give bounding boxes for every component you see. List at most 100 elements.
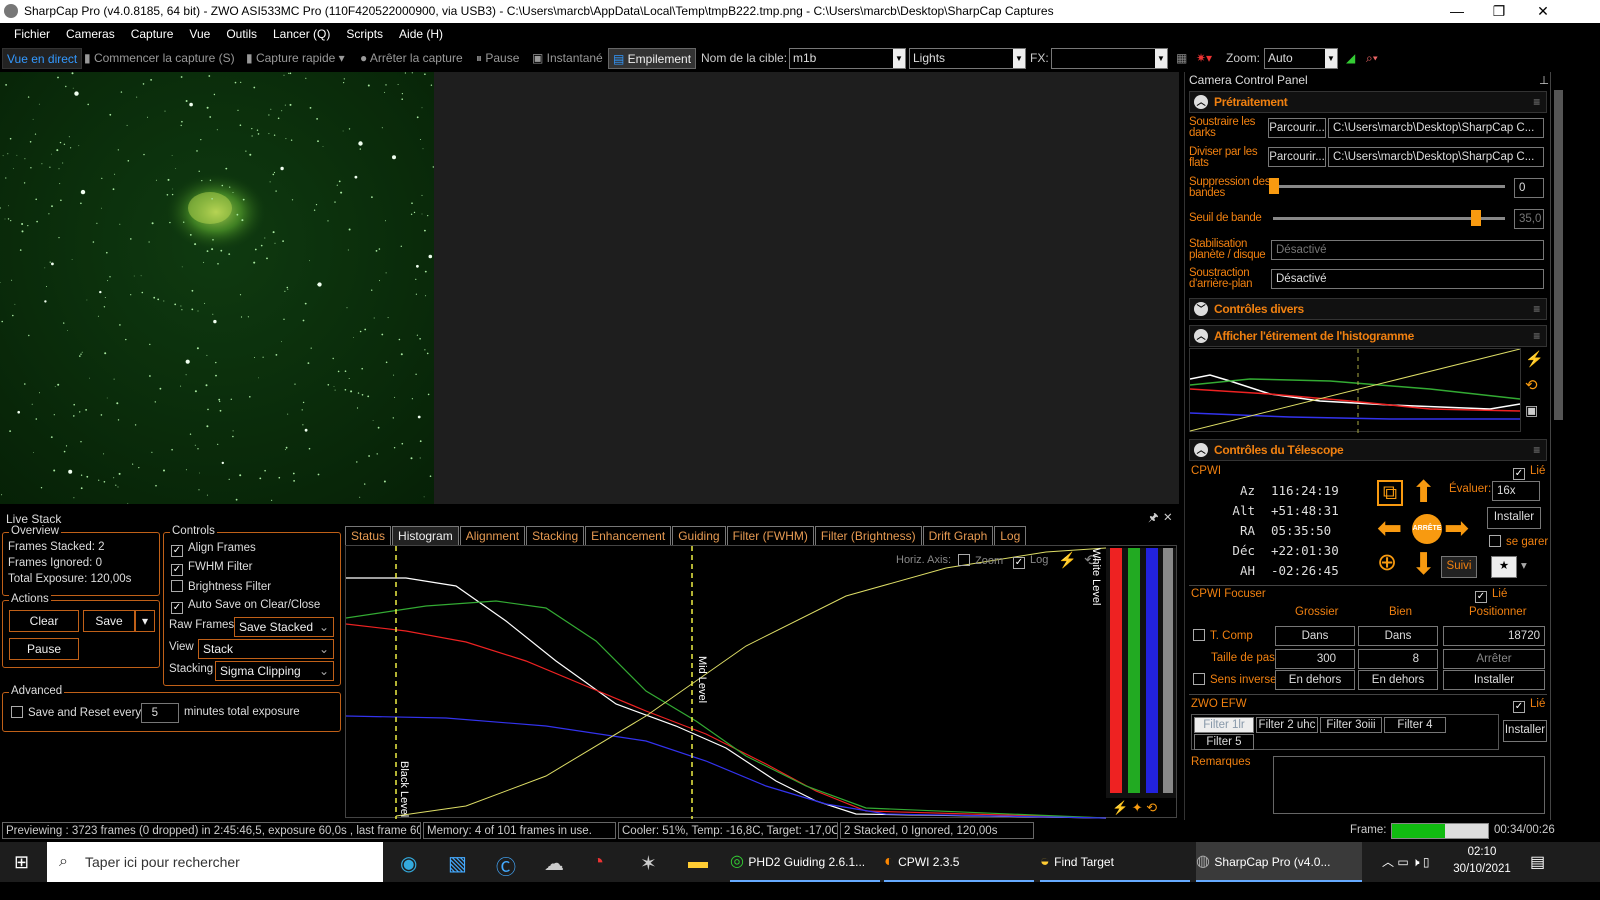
- stop-capture-button[interactable]: ● Arrêter la capture: [356, 48, 467, 69]
- frame-type-select[interactable]: Lights ▼: [909, 48, 1026, 69]
- folder-icon[interactable]: ▬: [688, 851, 708, 874]
- menu-fichier[interactable]: Fichier: [6, 23, 58, 45]
- move-south-button[interactable]: ⬇: [1411, 550, 1436, 580]
- minutes-stepper[interactable]: 5: [141, 703, 179, 723]
- tab-histogram[interactable]: Histogram: [392, 526, 459, 545]
- flats-path-select[interactable]: C:\Users\marcb\Desktop\SharpCap C...: [1328, 147, 1544, 167]
- focuser-stop-button[interactable]: Arrêter: [1443, 649, 1545, 669]
- tab-filter-fwhm[interactable]: Filter (FWHM): [726, 526, 814, 545]
- coarse-step-stepper[interactable]: 300: [1275, 649, 1355, 669]
- stretch-histogram[interactable]: [1189, 348, 1521, 433]
- pause-button[interactable]: ⏸ Pause: [472, 48, 523, 69]
- taskbar-app-sharpcap[interactable]: ◍ SharpCap Pro (v4.0...: [1196, 842, 1362, 882]
- lightning-icon[interactable]: ⚡: [1525, 350, 1544, 368]
- snapshot-button[interactable]: ▣ Instantané: [528, 48, 607, 69]
- menu-icon[interactable]: ≡: [1533, 326, 1540, 346]
- coarse-out-button[interactable]: En dehors: [1275, 670, 1355, 690]
- tab-enhancement[interactable]: Enhancement: [585, 526, 672, 545]
- reverse-checkbox[interactable]: Sens inverse: [1193, 673, 1276, 686]
- fine-step-stepper[interactable]: 8: [1358, 649, 1438, 669]
- view-select[interactable]: Stack ⌄: [198, 639, 334, 659]
- notes-textarea[interactable]: [1273, 756, 1545, 814]
- live-view-button[interactable]: Vue en direct: [2, 48, 83, 69]
- filter-3-button[interactable]: Filter 3oiii: [1320, 717, 1382, 733]
- notification-icon[interactable]: ▤: [1530, 852, 1545, 872]
- browse-flats-button[interactable]: Parcourir...: [1268, 147, 1326, 167]
- fine-out-button[interactable]: En dehors: [1358, 670, 1438, 690]
- position-field[interactable]: 18720: [1443, 626, 1545, 646]
- magnifier-icon[interactable]: ⌕▾: [1362, 48, 1382, 69]
- stacking-select[interactable]: Sigma Clipping ⌄: [215, 661, 334, 681]
- app-icon[interactable]: ☁: [544, 851, 564, 876]
- filter-5-button[interactable]: Filter 5: [1194, 734, 1254, 750]
- filter-4-button[interactable]: Filter 4: [1384, 717, 1446, 733]
- taskbar-app-cpwi[interactable]: ◐ CPWI 2.3.5: [884, 842, 1034, 882]
- menu-icon[interactable]: ≡: [1533, 440, 1540, 460]
- banding-slider-thumb[interactable]: [1269, 178, 1279, 194]
- lightning-icon[interactable]: ⚡: [1058, 551, 1077, 569]
- chevron-down-icon[interactable]: ▼: [893, 49, 905, 68]
- live-image[interactable]: [0, 72, 434, 504]
- taskbar-app-phd2[interactable]: ◎ PHD2 Guiding 2.6.1...: [730, 842, 880, 882]
- banding-slider-track[interactable]: [1273, 185, 1505, 188]
- crosshair-icon[interactable]: ✷▾: [1192, 48, 1216, 69]
- app-icon[interactable]: Ⓒ: [496, 851, 516, 880]
- park-checkbox[interactable]: se garer: [1489, 535, 1548, 548]
- focuser-install-button[interactable]: Installer: [1443, 670, 1545, 690]
- mount-install-button[interactable]: Installer: [1487, 507, 1541, 529]
- chevron-down-icon[interactable]: ▾: [1521, 558, 1527, 572]
- threshold-value[interactable]: 35,0: [1514, 209, 1544, 229]
- stabilization-select[interactable]: Désactivé: [1271, 240, 1544, 260]
- app-icon[interactable]: ✶: [640, 851, 657, 876]
- save-menu-chevron-icon[interactable]: ▾: [135, 610, 155, 632]
- tab-filter-brightness[interactable]: Filter (Brightness): [814, 526, 922, 545]
- zoom-select[interactable]: Auto ▼: [1264, 48, 1338, 69]
- coarse-in-button[interactable]: Dans: [1275, 626, 1355, 646]
- tab-guiding[interactable]: Guiding: [672, 526, 726, 545]
- align-frames-checkbox[interactable]: ✓ Align Frames: [171, 542, 256, 557]
- section-telescope[interactable]: ︿ Contrôles du Télescope ≡: [1189, 439, 1547, 461]
- scrollbar-thumb[interactable]: [1554, 90, 1563, 420]
- move-west-button[interactable]: ⬅: [1377, 514, 1402, 544]
- menu-scripts[interactable]: Scripts: [338, 23, 391, 45]
- efw-install-button[interactable]: Installer: [1503, 720, 1547, 742]
- tcomp-checkbox[interactable]: T. Comp: [1193, 629, 1253, 642]
- save-icon[interactable]: ▣: [1525, 402, 1538, 419]
- app-icon[interactable]: ◔: [592, 851, 604, 874]
- raw-frames-select[interactable]: Save Stacked ⌄: [234, 617, 334, 637]
- chevron-down-icon[interactable]: ▼: [1013, 49, 1025, 68]
- menu-outils[interactable]: Outils: [218, 23, 265, 45]
- darks-path-select[interactable]: C:\Users\marcb\Desktop\SharpCap C...: [1328, 118, 1544, 138]
- tray-icons[interactable]: ︿ ▭ 🕨 ▯: [1382, 853, 1430, 870]
- rate-select[interactable]: 16x: [1492, 481, 1540, 501]
- grid-icon[interactable]: ▦: [1172, 48, 1191, 69]
- sync-icon[interactable]: ⧉: [1377, 480, 1403, 506]
- windows-start-icon[interactable]: ⊞: [14, 852, 29, 873]
- stacking-button[interactable]: ▤ Empilement: [608, 48, 697, 69]
- filter-1-button[interactable]: Filter 1lr: [1194, 717, 1254, 733]
- menu-vue[interactable]: Vue: [181, 23, 218, 45]
- tab-alignment[interactable]: Alignment: [459, 526, 526, 545]
- quick-capture-button[interactable]: ▮ Capture rapide ▾: [242, 48, 349, 69]
- target-name-field[interactable]: m1b ▼: [789, 48, 906, 69]
- pin-icon[interactable]: ⊥: [1539, 73, 1549, 87]
- minimize-icon[interactable]: —: [1434, 0, 1480, 23]
- brightness-filter-checkbox[interactable]: Brightness Filter: [171, 580, 271, 593]
- panel-scrollbar[interactable]: [1550, 72, 1566, 820]
- track-button[interactable]: Suivi: [1441, 556, 1477, 578]
- histogram-icon[interactable]: ◢: [1342, 48, 1359, 69]
- banding-value[interactable]: 0: [1514, 178, 1544, 198]
- section-preprocessing[interactable]: ︿ Prétraitement ≡: [1189, 91, 1547, 113]
- clock-date[interactable]: 30/10/2021: [1450, 863, 1514, 875]
- section-misc-controls[interactable]: ﹀ Contrôles divers ≡: [1189, 298, 1547, 320]
- edge-icon[interactable]: ◉: [400, 851, 417, 876]
- chevron-down-icon[interactable]: ▼: [1325, 49, 1337, 68]
- menu-cameras[interactable]: Cameras: [58, 23, 123, 45]
- fwhm-filter-checkbox[interactable]: ✓ FWHM Filter: [171, 561, 253, 576]
- reset-icon[interactable]: ⟲: [1525, 376, 1538, 394]
- clock-time[interactable]: 02:10: [1450, 846, 1514, 858]
- menu-aide[interactable]: Aide (H): [391, 23, 451, 45]
- app-icon[interactable]: ▧: [448, 851, 467, 876]
- menu-icon[interactable]: ≡: [1533, 299, 1540, 319]
- auto-save-checkbox[interactable]: ✓ Auto Save on Clear/Close: [171, 599, 320, 614]
